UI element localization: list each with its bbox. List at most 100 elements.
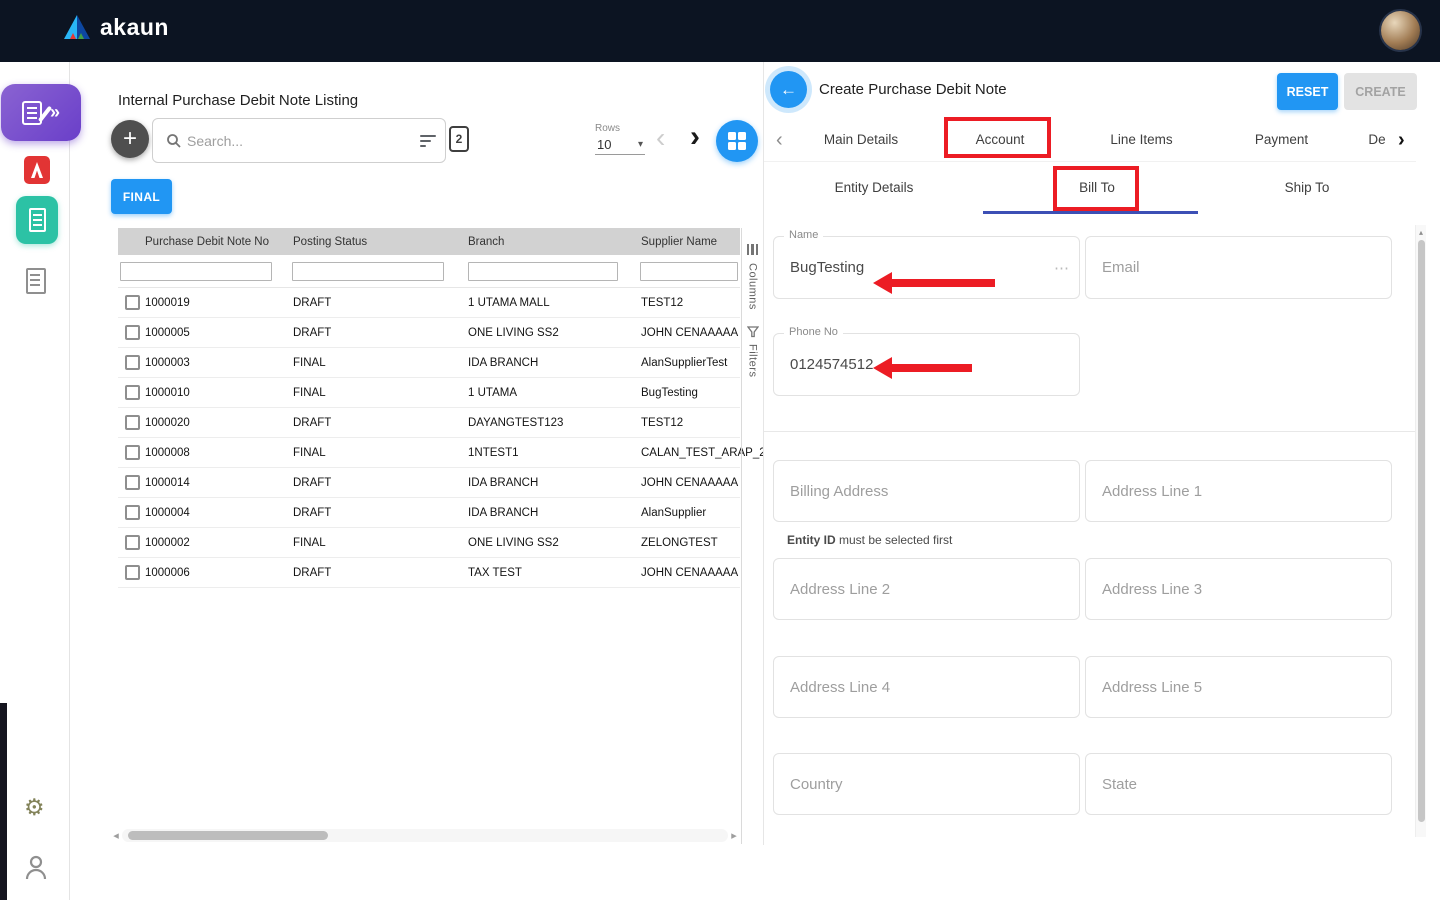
row-checkbox[interactable] [125,415,140,430]
scroll-right-icon[interactable]: ▸ [728,829,740,842]
reset-button[interactable]: RESET [1277,73,1338,110]
more-options-icon[interactable]: ⋯ [1054,259,1069,277]
phone-field[interactable]: Phone No [773,333,1080,396]
address-line-3-input[interactable] [1086,559,1391,619]
tab-payment[interactable]: Payment [1234,118,1329,162]
cell-branch: ONE LIVING SS2 [468,537,641,549]
plus-icon: + [123,125,137,153]
row-checkbox[interactable] [125,385,140,400]
row-checkbox[interactable] [125,565,140,580]
table-row[interactable]: 1000008 FINAL 1NTEST1 CALAN_TEST_ARAP_2 [118,438,740,468]
table-row[interactable]: 1000005 DRAFT ONE LIVING SS2 JOHN CENAAA… [118,318,740,348]
address-line-4-input[interactable] [774,657,1079,717]
table-row[interactable]: 1000003 FINAL IDA BRANCH AlanSupplierTes… [118,348,740,378]
tabs-scroll-right-icon[interactable]: › [1398,126,1405,154]
row-checkbox[interactable] [125,325,140,340]
address-line-1-input[interactable] [1086,461,1391,521]
create-button[interactable]: CREATE [1344,73,1417,110]
address-line-5-field[interactable] [1085,656,1392,718]
col-header-note-no[interactable]: Purchase Debit Note No [145,236,293,248]
billing-address-input[interactable] [774,461,1079,521]
email-field[interactable] [1085,236,1392,299]
filter-posting-status-input[interactable] [292,262,444,281]
subtab-entity-details[interactable]: Entity Details [801,162,947,214]
search-input[interactable] [187,119,439,162]
table-row[interactable]: 1000010 FINAL 1 UTAMA BugTesting [118,378,740,408]
tab-line-items[interactable]: Line Items [1084,118,1199,162]
row-checkbox[interactable] [125,355,140,370]
col-header-supplier-name[interactable]: Supplier Name [641,236,740,248]
row-checkbox[interactable] [125,475,140,490]
h-scrollbar-track[interactable] [122,829,728,842]
scroll-up-icon[interactable]: ▴ [1416,225,1426,237]
country-field[interactable] [773,753,1080,815]
table-row[interactable]: 1000006 DRAFT TAX TEST JOHN CENAAAAA [118,558,740,588]
h-scrollbar-thumb[interactable] [128,831,328,840]
col-header-branch[interactable]: Branch [468,236,641,248]
table-header-row: Purchase Debit Note No Posting Status Br… [118,228,740,255]
prev-page-chevron[interactable]: ‹ [656,124,665,152]
subtab-bill-to[interactable]: Bill To [1051,162,1143,214]
horizontal-scrollbar[interactable]: ◂ ▸ [110,828,740,843]
settings-gear-icon[interactable]: ⚙ [24,796,45,819]
cell-supplier-name: AlanSupplierTest [641,357,740,369]
cell-supplier-name: JOHN CENAAAAA [641,567,740,579]
address-line-1-field[interactable] [1085,460,1392,522]
tabs-scroll-left-icon[interactable]: ‹ [776,126,783,154]
filter-list-icon[interactable] [420,135,438,150]
subtab-ship-to[interactable]: Ship To [1257,162,1357,214]
country-input[interactable] [774,754,1079,814]
row-checkbox[interactable] [125,295,140,310]
filter-note-no-input[interactable] [120,262,272,281]
address-line-4-field[interactable] [773,656,1080,718]
search-box [152,118,446,163]
address-line-2-field[interactable] [773,558,1080,620]
pages-icon[interactable]: 2 [449,126,469,152]
name-field[interactable]: Name ⋯ [773,236,1080,299]
cell-posting-status: DRAFT [293,297,468,309]
col-header-posting-status[interactable]: Posting Status [293,236,468,248]
pdf-app-icon[interactable] [22,154,52,186]
tab-main-details[interactable]: Main Details [801,118,921,162]
add-debit-note-button[interactable]: + [111,120,149,158]
profile-person-icon[interactable] [24,854,48,885]
table-row[interactable]: 1000014 DRAFT IDA BRANCH JOHN CENAAAAA [118,468,740,498]
address-line-5-input[interactable] [1086,657,1391,717]
billing-address-field[interactable] [773,460,1080,522]
akaun-logo[interactable]: akaun [62,13,169,41]
table-row[interactable]: 1000004 DRAFT IDA BRANCH AlanSupplier [118,498,740,528]
final-filter-button[interactable]: FINAL [111,179,172,214]
filter-branch-input[interactable] [468,262,618,281]
scroll-left-icon[interactable]: ◂ [110,829,122,842]
active-subtab-indicator [983,211,1198,214]
next-page-chevron[interactable]: › [690,122,700,152]
tab-account[interactable]: Account [950,118,1050,162]
filters-panel-toggle[interactable]: Filters [747,344,759,377]
row-checkbox[interactable] [125,535,140,550]
journal-module-button[interactable] [16,196,58,244]
tab-delivery-truncated[interactable]: De [1364,118,1390,162]
table-row[interactable]: 1000002 FINAL ONE LIVING SS2 ZELONGTEST [118,528,740,558]
state-field[interactable] [1085,753,1392,815]
v-scrollbar-thumb[interactable] [1418,240,1425,822]
user-avatar[interactable] [1381,11,1420,50]
phone-input[interactable] [774,334,1079,395]
email-input[interactable] [1086,237,1391,298]
vertical-scrollbar[interactable]: ▴ [1415,225,1426,837]
table-row[interactable]: 1000019 DRAFT 1 UTAMA MALL TEST12 [118,288,740,318]
sidebar-active-module-badge[interactable]: » [1,84,81,141]
row-checkbox[interactable] [125,445,140,460]
table-row[interactable]: 1000020 DRAFT DAYANGTEST123 TEST12 [118,408,740,438]
address-line-2-input[interactable] [774,559,1079,619]
columns-panel-toggle[interactable]: Columns [747,263,759,310]
row-checkbox[interactable] [125,505,140,520]
cell-supplier-name: JOHN CENAAAAA [641,327,740,339]
ledger-icon[interactable] [26,268,46,294]
filter-supplier-name-input[interactable] [640,262,738,281]
address-line-3-field[interactable] [1085,558,1392,620]
back-button[interactable]: ← [770,71,807,108]
grid-view-button[interactable] [716,120,758,162]
rows-per-page-select[interactable]: Rows 10 ▾ [595,123,645,155]
state-input[interactable] [1086,754,1391,814]
name-input[interactable] [774,237,1079,298]
